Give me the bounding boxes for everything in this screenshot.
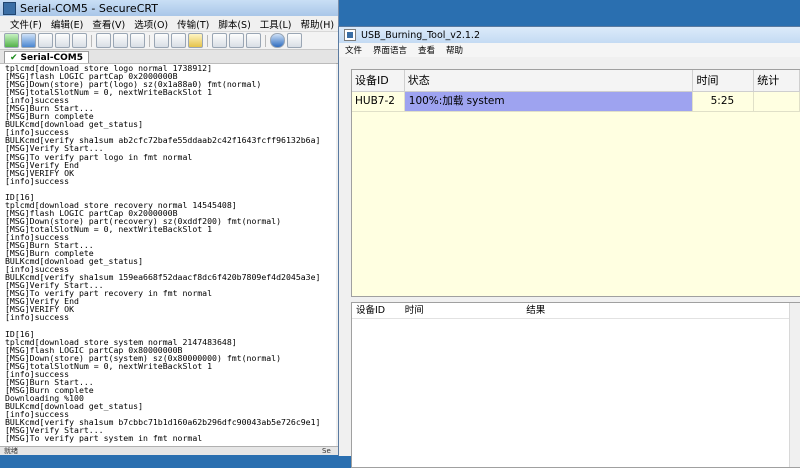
result-log-table: 设备ID 时间 结果 [351, 302, 800, 468]
col-stats[interactable]: 统计 [754, 70, 800, 91]
result-table-header: 设备ID 时间 结果 [352, 303, 800, 319]
menu-transfer[interactable]: 传输(T) [177, 17, 209, 31]
securecrt-statusbar: 就绪 Se [0, 446, 338, 455]
help-icon[interactable] [270, 33, 285, 48]
terminal-line: [info]success [5, 312, 70, 323]
session-tabbar: ✔ Serial-COM5 [0, 50, 338, 64]
ubt-menu-view[interactable]: 查看 [418, 44, 435, 56]
time-cell: 5:25 [693, 92, 755, 111]
paste-icon[interactable] [113, 33, 128, 48]
toolbar-separator [91, 34, 92, 47]
connected-check-icon: ✔ [10, 53, 18, 63]
terminal-line: [info]success [5, 175, 70, 186]
ubt-titlebar[interactable]: USB_Burning_Tool_v2.1.2 [339, 27, 800, 43]
print-screen-icon[interactable] [171, 33, 186, 48]
result-scrollbar[interactable] [789, 303, 800, 467]
col-result-time[interactable]: 时间 [401, 303, 522, 318]
tools-icon[interactable] [229, 33, 244, 48]
connect-icon[interactable] [4, 33, 19, 48]
status-text: 就绪 [4, 447, 18, 455]
securecrt-titlebar[interactable]: Serial-COM5 - SecureCRT [0, 0, 338, 16]
menu-tools[interactable]: 工具(L) [260, 17, 292, 31]
ubt-title: USB_Burning_Tool_v2.1.2 [361, 29, 480, 41]
securecrt-app-icon [3, 1, 16, 15]
menu-view[interactable]: 查看(V) [92, 17, 125, 31]
usb-burning-tool-window: USB_Burning_Tool_v2.1.2 文件 界面语言 查看 帮助 设备… [338, 26, 800, 468]
tab-label: Serial-COM5 [20, 53, 84, 63]
col-result[interactable]: 结果 [522, 303, 800, 318]
session-options-icon[interactable] [188, 33, 203, 48]
disconnect-icon[interactable] [72, 33, 87, 48]
menu-script[interactable]: 脚本(S) [218, 17, 250, 31]
device-table-header: 设备ID 状态 时间 统计 [352, 70, 800, 92]
ubt-app-icon [344, 29, 356, 41]
copy-icon[interactable] [96, 33, 111, 48]
quick-connect-icon[interactable] [21, 33, 36, 48]
menu-options[interactable]: 选项(O) [134, 17, 168, 31]
terminal-line: [MSG]To verify part system in fmt normal [5, 433, 203, 444]
connect-tab-icon[interactable] [38, 33, 53, 48]
settings-icon[interactable] [212, 33, 227, 48]
reconnect-icon[interactable] [55, 33, 70, 48]
ubt-menu-file[interactable]: 文件 [345, 44, 362, 56]
device-status-table: 设备ID 状态 时间 统计 HUB7-2 100%:加载 system 5:25 [351, 69, 800, 297]
toolbar-separator [149, 34, 150, 47]
toolbar-separator [265, 34, 266, 47]
securecrt-title: Serial-COM5 - SecureCRT [20, 1, 158, 15]
toolbar-separator [207, 34, 208, 47]
table-row[interactable]: HUB7-2 100%:加载 system 5:25 [352, 92, 800, 112]
device-id-cell: HUB7-2 [352, 92, 405, 111]
keymap-icon[interactable] [246, 33, 261, 48]
menu-file[interactable]: 文件(F) [10, 17, 42, 31]
col-result-device-id[interactable]: 设备ID [352, 303, 401, 318]
terminal-output[interactable]: tplcmd[download store logo normal 173891… [0, 63, 336, 446]
col-time[interactable]: 时间 [693, 70, 755, 91]
status-progress-cell: 100%:加载 system [404, 92, 694, 111]
menu-help[interactable]: 帮助(H) [301, 17, 335, 31]
securecrt-window: Serial-COM5 - SecureCRT 文件(F) 编辑(E) 查看(V… [0, 0, 339, 455]
ubt-menubar: 文件 界面语言 查看 帮助 [339, 43, 800, 57]
print-icon[interactable] [154, 33, 169, 48]
stats-cell [754, 92, 800, 111]
col-status[interactable]: 状态 [405, 70, 694, 91]
ubt-menu-help[interactable]: 帮助 [446, 44, 463, 56]
status-session: Se [322, 447, 331, 455]
find-icon[interactable] [130, 33, 145, 48]
securecrt-toolbar [0, 31, 338, 50]
menu-edit[interactable]: 编辑(E) [51, 17, 83, 31]
about-icon[interactable] [287, 33, 302, 48]
securecrt-menubar: 文件(F) 编辑(E) 查看(V) 选项(O) 传输(T) 脚本(S) 工具(L… [0, 16, 338, 31]
ubt-menu-language[interactable]: 界面语言 [373, 44, 407, 56]
col-device-id[interactable]: 设备ID [352, 70, 405, 91]
